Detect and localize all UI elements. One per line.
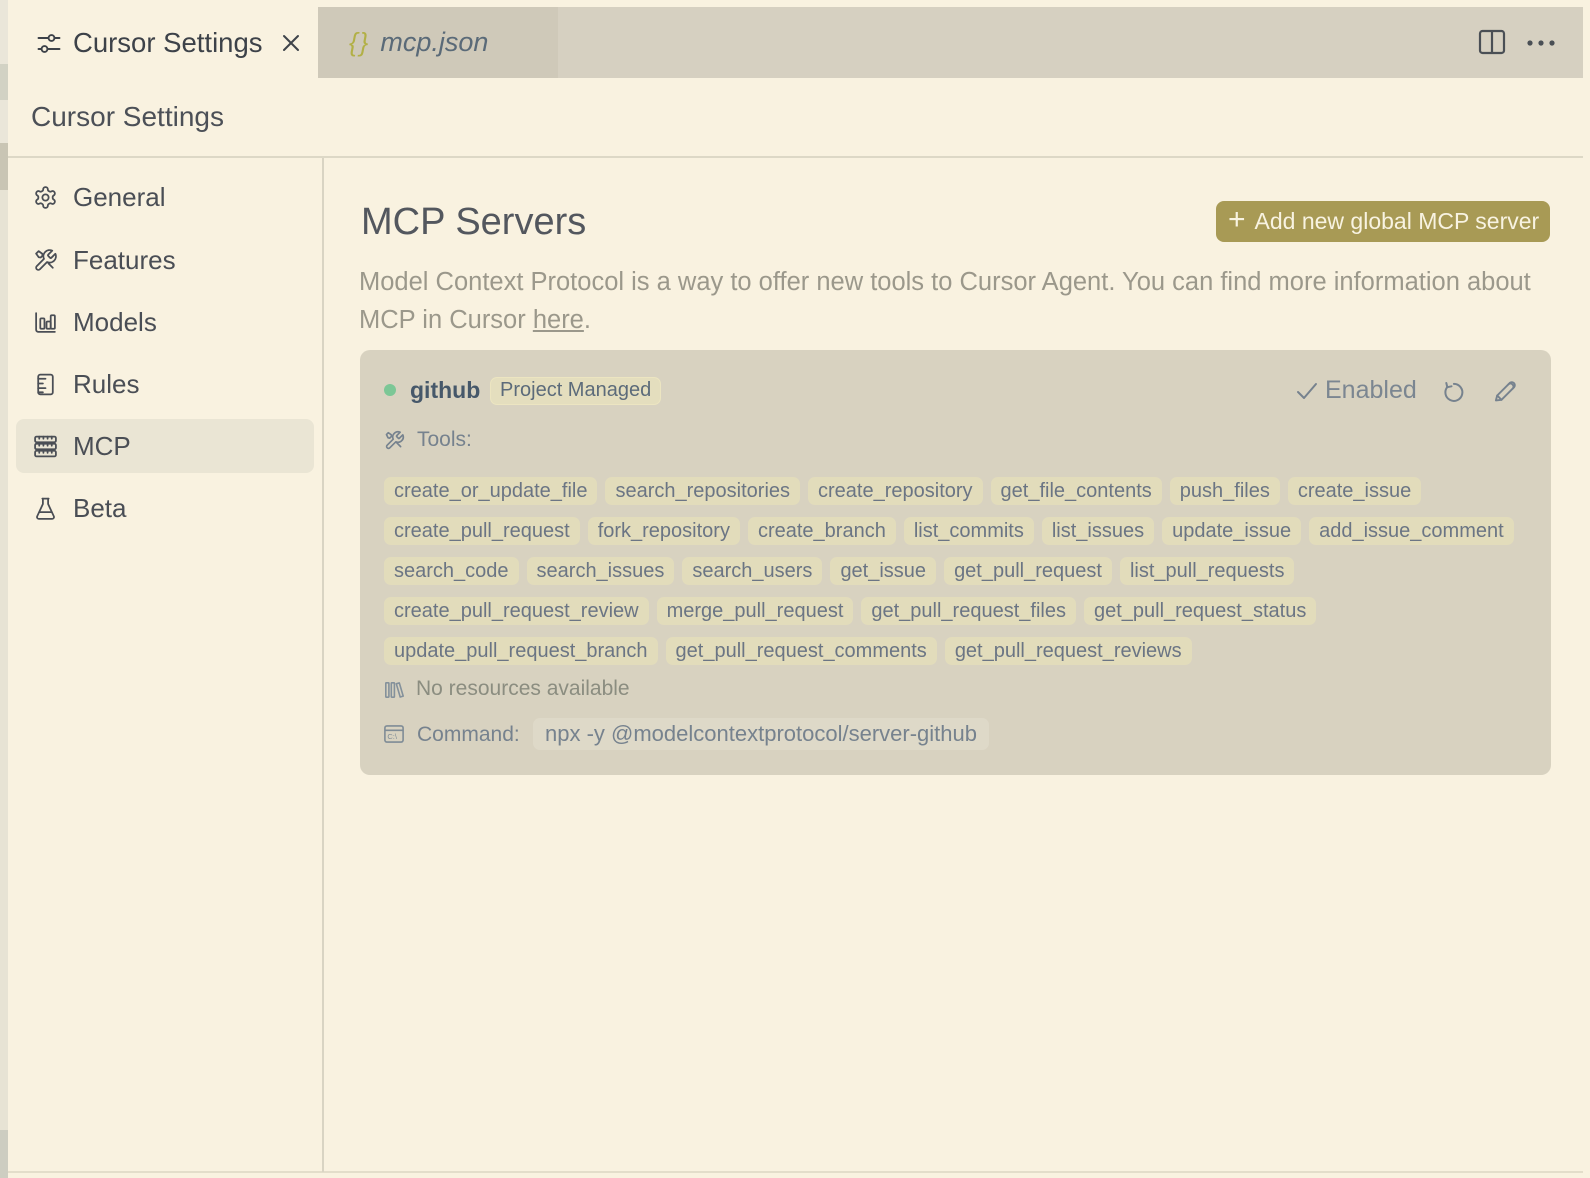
svg-text:C:\: C:\ (387, 732, 398, 741)
